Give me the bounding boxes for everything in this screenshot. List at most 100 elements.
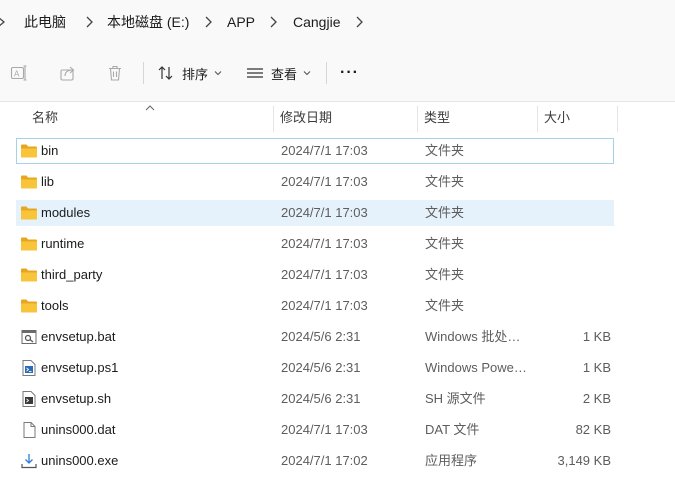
file-type: DAT 文件 xyxy=(425,422,480,437)
file-row[interactable]: bin 2024/7/1 17:03 文件夹 xyxy=(16,138,614,164)
file-date: 2024/5/6 2:31 xyxy=(281,329,361,344)
file-row[interactable]: envsetup.sh 2024/5/6 2:31 SH 源文件 2 KB xyxy=(16,386,614,412)
breadcrumb-local-disk[interactable]: 本地磁盘 (E:) xyxy=(107,0,189,44)
rename-icon[interactable]: A xyxy=(10,64,28,82)
column-divider[interactable] xyxy=(537,106,538,132)
column-header-name[interactable]: 名称 xyxy=(32,102,58,132)
file-size: 1 KB xyxy=(582,360,611,375)
sort-button-label: 排序 xyxy=(182,66,209,82)
delete-icon[interactable] xyxy=(106,64,124,82)
file-type: 文件夹 xyxy=(425,298,465,313)
chevron-down-icon xyxy=(214,70,222,76)
file-name: modules xyxy=(41,205,91,220)
file-size xyxy=(537,139,611,163)
column-divider[interactable] xyxy=(417,106,418,132)
view-button[interactable]: 查看 xyxy=(246,60,311,86)
breadcrumb-separator-icon[interactable] xyxy=(354,15,364,29)
file-date: 2024/7/1 17:03 xyxy=(281,298,368,313)
file-name: unins000.exe xyxy=(41,453,119,468)
file-size xyxy=(537,170,611,194)
column-divider[interactable] xyxy=(273,106,274,132)
file-name: bin xyxy=(41,143,59,158)
file-date: 2024/7/1 17:02 xyxy=(281,453,368,468)
file-date: 2024/7/1 17:03 xyxy=(281,205,368,220)
breadcrumb-separator-icon[interactable] xyxy=(84,15,94,29)
file-name: runtime xyxy=(41,236,85,251)
folder-icon xyxy=(20,236,38,252)
file-type: 文件夹 xyxy=(425,143,465,158)
breadcrumb-cangjie[interactable]: Cangjie xyxy=(293,0,340,44)
breadcrumb-this-pc[interactable]: 此电脑 xyxy=(24,0,66,44)
file-size: 3,149 KB xyxy=(557,453,612,468)
file-type: 文件夹 xyxy=(425,236,465,251)
breadcrumb-separator-icon[interactable] xyxy=(203,15,213,29)
file-size: 82 KB xyxy=(575,422,611,437)
file-type: 文件夹 xyxy=(425,267,465,282)
folder-icon xyxy=(20,298,38,314)
column-divider[interactable] xyxy=(617,106,618,132)
shell-file-icon xyxy=(20,391,38,407)
sort-button[interactable]: 排序 xyxy=(157,60,222,86)
folder-icon xyxy=(20,267,38,283)
file-size xyxy=(537,294,611,318)
file-name: tools xyxy=(41,298,69,313)
command-toolbar: A 排序 查看 ··· xyxy=(0,44,675,102)
file-date: 2024/5/6 2:31 xyxy=(281,360,361,375)
address-bar[interactable]: 此电脑 本地磁盘 (E:) APP Cangjie xyxy=(0,0,675,44)
file-date: 2024/7/1 17:03 xyxy=(281,236,368,251)
toolbar-divider xyxy=(143,62,144,84)
view-button-label: 查看 xyxy=(271,66,298,82)
file-date: 2024/7/1 17:03 xyxy=(281,143,368,158)
file-list: 名称 修改日期 类型 大小 bin 2024/7/1 17:03 文件夹 lib… xyxy=(0,102,675,495)
breadcrumb-separator-icon[interactable] xyxy=(268,15,278,29)
sort-icon xyxy=(157,64,175,82)
file-row[interactable]: tools 2024/7/1 17:03 文件夹 xyxy=(16,293,614,319)
breadcrumb-app[interactable]: APP xyxy=(227,0,255,44)
file-size xyxy=(537,201,611,225)
dat-file-icon xyxy=(20,422,38,438)
more-options-button[interactable]: ··· xyxy=(340,60,359,86)
sort-ascending-icon xyxy=(145,105,155,111)
file-name: envsetup.ps1 xyxy=(41,360,119,375)
column-header-type[interactable]: 类型 xyxy=(424,102,450,132)
file-type: 应用程序 xyxy=(425,453,478,468)
column-header-date[interactable]: 修改日期 xyxy=(280,102,332,132)
folder-icon xyxy=(20,174,38,190)
file-row[interactable]: envsetup.ps1 2024/5/6 2:31 Windows Power… xyxy=(16,355,614,381)
file-row[interactable]: lib 2024/7/1 17:03 文件夹 xyxy=(16,169,614,195)
file-type: Windows PowerShell 脚本 xyxy=(425,360,531,375)
file-row[interactable]: envsetup.bat 2024/5/6 2:31 Windows 批处理文件… xyxy=(16,324,614,350)
file-type: SH 源文件 xyxy=(425,391,486,406)
file-name: envsetup.sh xyxy=(41,391,112,406)
share-icon[interactable] xyxy=(59,64,77,82)
view-list-icon xyxy=(246,64,264,82)
file-date: 2024/7/1 17:03 xyxy=(281,174,368,189)
batch-file-icon xyxy=(20,329,38,345)
file-size xyxy=(537,232,611,256)
file-row[interactable]: runtime 2024/7/1 17:03 文件夹 xyxy=(16,231,614,257)
file-type: 文件夹 xyxy=(425,174,465,189)
powershell-file-icon xyxy=(20,360,38,376)
file-name: envsetup.bat xyxy=(41,329,116,344)
svg-text:A: A xyxy=(14,70,20,79)
chevron-right-icon[interactable] xyxy=(0,14,8,30)
file-date: 2024/7/1 17:03 xyxy=(281,267,368,282)
toolbar-divider xyxy=(326,62,327,84)
file-name: unins000.dat xyxy=(41,422,116,437)
chevron-down-icon xyxy=(303,70,311,76)
file-name: lib xyxy=(41,174,55,189)
file-row[interactable]: third_party 2024/7/1 17:03 文件夹 xyxy=(16,262,614,288)
installer-exe-icon xyxy=(20,453,38,469)
file-date: 2024/5/6 2:31 xyxy=(281,391,361,406)
folder-icon xyxy=(20,205,38,221)
folder-icon xyxy=(20,143,38,159)
column-header-size[interactable]: 大小 xyxy=(544,102,570,132)
file-size xyxy=(537,263,611,287)
file-row[interactable]: modules 2024/7/1 17:03 文件夹 xyxy=(16,200,614,226)
file-size: 2 KB xyxy=(582,391,611,406)
file-date: 2024/7/1 17:03 xyxy=(281,422,368,437)
file-row[interactable]: unins000.exe 2024/7/1 17:02 应用程序 3,149 K… xyxy=(16,448,614,474)
file-type: 文件夹 xyxy=(425,205,465,220)
file-type: Windows 批处理文件 xyxy=(425,329,531,344)
file-row[interactable]: unins000.dat 2024/7/1 17:03 DAT 文件 82 KB xyxy=(16,417,614,443)
